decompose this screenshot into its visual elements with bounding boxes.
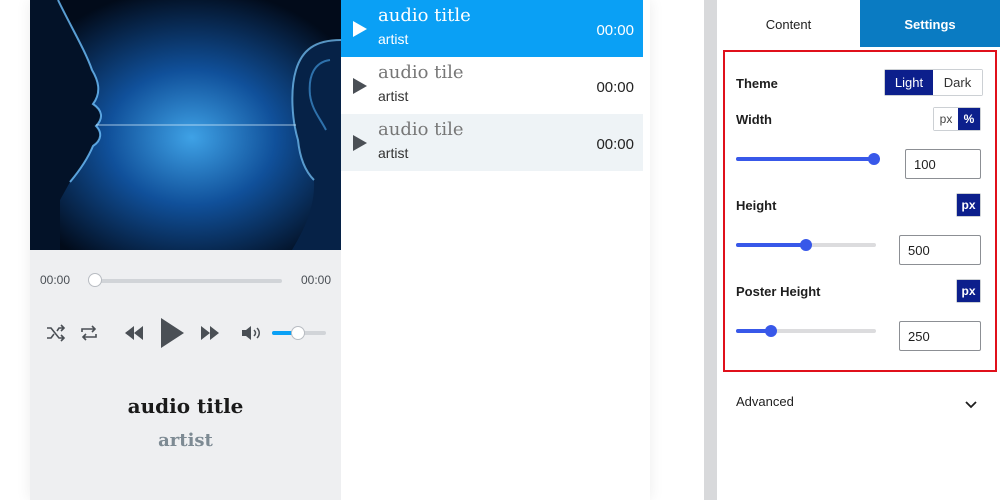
progress-handle[interactable] bbox=[88, 273, 102, 287]
total-time: 00:00 bbox=[300, 273, 331, 287]
inspector-tabs: Content Settings bbox=[717, 0, 1000, 47]
repeat-icon[interactable] bbox=[79, 324, 99, 347]
volume-handle[interactable] bbox=[291, 326, 305, 340]
poster-image bbox=[30, 0, 341, 250]
editor-canvas: 00:00 00:00 audio title artist audio tit… bbox=[0, 0, 704, 500]
poster-height-label: Poster Height bbox=[736, 284, 821, 299]
width-input[interactable] bbox=[905, 149, 981, 179]
width-label: Width bbox=[736, 112, 772, 127]
poster-height-slider[interactable] bbox=[736, 329, 876, 333]
playlist: audio title artist 00:00 audio tile arti… bbox=[341, 0, 643, 500]
voice-waveform-artwork bbox=[30, 0, 341, 250]
block-inspector-panel: Content Settings Theme Light Dark Width … bbox=[717, 0, 1000, 500]
track-title: audio tile bbox=[378, 62, 464, 83]
advanced-section-toggle[interactable]: Advanced bbox=[717, 380, 1000, 422]
play-icon[interactable] bbox=[352, 134, 368, 157]
audio-player: 00:00 00:00 audio title artist audio tit… bbox=[30, 0, 650, 500]
track-duration: 00:00 bbox=[596, 22, 634, 39]
track-title: audio tile bbox=[378, 119, 464, 140]
player-main-column: 00:00 00:00 audio title artist bbox=[30, 0, 341, 500]
track-duration: 00:00 bbox=[596, 136, 634, 153]
playlist-item[interactable]: audio tile artist 00:00 bbox=[341, 114, 643, 171]
theme-toggle-group: Light Dark bbox=[884, 69, 983, 96]
width-unit-px[interactable]: px bbox=[934, 108, 958, 130]
theme-dark-button[interactable]: Dark bbox=[933, 70, 982, 95]
height-input[interactable] bbox=[899, 235, 981, 265]
height-slider-fill bbox=[736, 243, 806, 247]
poster-height-input[interactable] bbox=[899, 321, 981, 351]
playlist-item[interactable]: audio tile artist 00:00 bbox=[341, 57, 643, 114]
now-playing-artist: artist bbox=[158, 430, 213, 451]
progress-bar[interactable] bbox=[90, 279, 282, 283]
tab-settings[interactable]: Settings bbox=[860, 0, 1000, 47]
width-slider-handle[interactable] bbox=[868, 153, 880, 165]
play-icon[interactable] bbox=[159, 317, 185, 354]
track-artist: artist bbox=[378, 145, 409, 161]
play-icon[interactable] bbox=[352, 20, 368, 43]
playlist-item[interactable]: audio title artist 00:00 bbox=[341, 0, 643, 57]
height-slider-handle[interactable] bbox=[800, 239, 812, 251]
track-artist: artist bbox=[378, 88, 409, 104]
theme-light-button[interactable]: Light bbox=[885, 70, 933, 95]
fast-forward-icon[interactable] bbox=[199, 324, 221, 347]
poster-height-unit-px[interactable]: px bbox=[957, 280, 980, 302]
advanced-label: Advanced bbox=[736, 394, 794, 409]
height-unit-px[interactable]: px bbox=[957, 194, 980, 216]
now-playing-title: audio title bbox=[127, 394, 244, 418]
current-time: 00:00 bbox=[40, 273, 71, 287]
width-slider-fill bbox=[736, 157, 876, 161]
volume-icon[interactable] bbox=[241, 324, 263, 347]
track-title: audio title bbox=[378, 5, 471, 26]
player-controls bbox=[30, 313, 341, 353]
play-icon[interactable] bbox=[352, 77, 368, 100]
track-duration: 00:00 bbox=[596, 79, 634, 96]
chevron-down-icon bbox=[965, 396, 977, 414]
poster-height-slider-handle[interactable] bbox=[765, 325, 777, 337]
width-unit-percent[interactable]: % bbox=[958, 108, 980, 130]
theme-label: Theme bbox=[736, 76, 778, 91]
width-slider[interactable] bbox=[736, 157, 876, 161]
tab-content[interactable]: Content bbox=[717, 0, 860, 47]
track-artist: artist bbox=[378, 31, 409, 47]
poster-height-unit-toggle: px bbox=[956, 279, 981, 303]
rewind-icon[interactable] bbox=[123, 324, 145, 347]
width-unit-toggle: px % bbox=[933, 107, 981, 131]
progress-row: 00:00 00:00 bbox=[30, 270, 341, 290]
panel-divider[interactable] bbox=[704, 0, 717, 500]
height-label: Height bbox=[736, 198, 777, 213]
height-unit-toggle: px bbox=[956, 193, 981, 217]
settings-section: Theme Light Dark Width px % Height px Po… bbox=[723, 50, 997, 372]
shuffle-icon[interactable] bbox=[46, 324, 66, 347]
